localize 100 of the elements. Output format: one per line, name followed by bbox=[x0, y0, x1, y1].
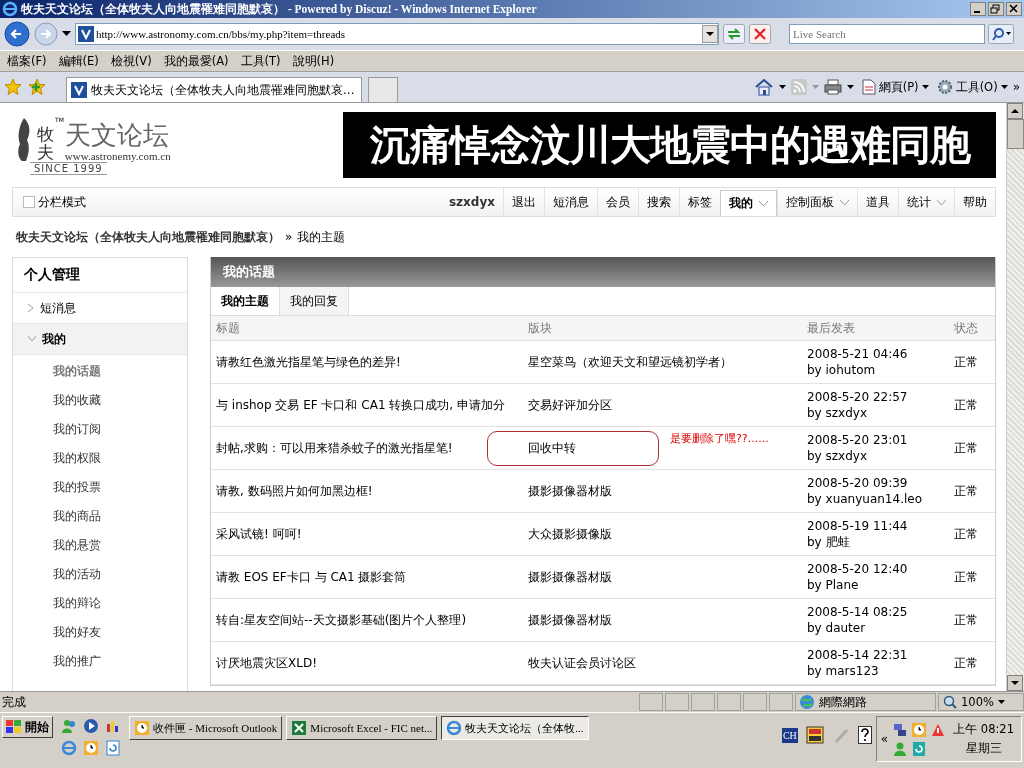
tools-menu-button[interactable]: 工具(O) bbox=[936, 79, 1008, 95]
refresh-page-icon[interactable] bbox=[105, 740, 121, 756]
dropdown-button[interactable] bbox=[702, 25, 718, 43]
topic-link[interactable]: 采风试镜! 呵呵! bbox=[216, 525, 528, 543]
topic-link[interactable]: 请教 EOS EF卡口 与 CA1 摄影套筒 bbox=[216, 568, 528, 586]
language-indicator[interactable]: CH bbox=[781, 727, 798, 743]
sidebar-item[interactable]: 我的 bbox=[13, 324, 187, 355]
sidebar-subitem[interactable]: 我的投票 bbox=[53, 479, 187, 508]
checkbox[interactable] bbox=[23, 196, 35, 208]
help-icon[interactable] bbox=[857, 726, 872, 744]
topic-link[interactable]: 与 inshop 交易 EF 卡口和 CA1 转换口成功, 申请加分 bbox=[216, 396, 528, 414]
menu-item[interactable]: 編輯(E) bbox=[58, 53, 99, 69]
forum-link[interactable]: 交易好评加分区 bbox=[528, 396, 612, 414]
forum-link[interactable]: 摄影摄像器材版 bbox=[528, 611, 612, 629]
search-field[interactable]: Live Search bbox=[789, 24, 985, 44]
post-author[interactable]: by szxdyx bbox=[807, 448, 954, 465]
forum-link[interactable]: 摄影摄像器材版 bbox=[528, 482, 612, 500]
post-author[interactable]: by szxdyx bbox=[807, 405, 954, 422]
sidebar-subitem[interactable]: 我的商品 bbox=[53, 508, 187, 537]
post-author[interactable]: by 肥蛙 bbox=[807, 534, 954, 551]
scroll-thumb[interactable] bbox=[1007, 119, 1024, 149]
browser-tab[interactable]: 牧夫天文论坛（全体牧夫人向地震罹难同胞默哀... bbox=[66, 77, 362, 102]
nav-link[interactable]: 短消息 bbox=[544, 188, 597, 216]
breadcrumb-link[interactable]: 牧夫天文论坛（全体牧夫人向地震罹难同胞默哀） bbox=[16, 228, 280, 246]
sidebar-subitem[interactable]: 我的权限 bbox=[53, 450, 187, 479]
sidebar-subitem[interactable]: 我的辩论 bbox=[53, 595, 187, 624]
page-menu-button[interactable]: 網頁(P) bbox=[861, 79, 929, 95]
topic-link[interactable]: 请教, 数码照片如何加黑边框! bbox=[216, 482, 528, 500]
topic-link[interactable]: 请教红色激光指星笔与绿色的差异! bbox=[216, 353, 528, 371]
add-star-icon[interactable] bbox=[28, 78, 46, 96]
nav-link[interactable]: 会员 bbox=[597, 188, 638, 216]
clock-icon[interactable] bbox=[911, 721, 928, 738]
more-tools-button[interactable]: » bbox=[1012, 80, 1020, 94]
scroll-up-button[interactable] bbox=[1007, 103, 1023, 119]
ie-logo-icon[interactable] bbox=[61, 740, 77, 756]
sync-icon[interactable] bbox=[911, 740, 928, 757]
nav-link[interactable]: 统计 bbox=[898, 188, 954, 216]
nav-link[interactable]: 控制面板 bbox=[777, 188, 857, 216]
nav-link[interactable]: 帮助 bbox=[954, 188, 995, 216]
stop-button[interactable] bbox=[749, 24, 771, 44]
layout-toggle[interactable]: 分栏模式 bbox=[13, 193, 86, 211]
dropdown-arrow-icon[interactable] bbox=[778, 85, 786, 89]
star-icon[interactable] bbox=[4, 78, 22, 96]
nav-link[interactable]: 退出 bbox=[503, 188, 544, 216]
post-author[interactable]: by dauter bbox=[807, 620, 954, 637]
post-author[interactable]: by mars123 bbox=[807, 663, 954, 680]
chart-icon[interactable] bbox=[105, 718, 121, 734]
minimize-button[interactable] bbox=[970, 2, 986, 16]
scroll-down-button[interactable] bbox=[1007, 675, 1023, 691]
tab[interactable]: 我的回复 bbox=[280, 287, 349, 315]
people-icon[interactable] bbox=[61, 718, 77, 734]
new-tab-button[interactable] bbox=[368, 77, 398, 102]
sidebar-subitem[interactable]: 我的好友 bbox=[53, 624, 187, 653]
forum-link[interactable]: 牧夫认证会员讨论区 bbox=[528, 654, 636, 672]
circled-forum-link[interactable]: 回收中转 bbox=[487, 430, 659, 466]
menu-item[interactable]: 我的最愛(A) bbox=[163, 53, 229, 69]
start-button[interactable]: 開始 bbox=[2, 716, 53, 738]
nav-link[interactable]: 道具 bbox=[857, 188, 898, 216]
close-button[interactable] bbox=[1006, 2, 1022, 16]
vertical-scrollbar[interactable] bbox=[1006, 103, 1024, 691]
post-author[interactable]: by Plane bbox=[807, 577, 954, 594]
post-author[interactable]: by xuanyuan14.leo bbox=[807, 491, 954, 508]
sidebar-subitem[interactable]: 我的话题 bbox=[53, 363, 187, 392]
taskbar-button[interactable]: 收件匣 - Microsoft Outlook bbox=[129, 716, 283, 740]
sidebar-subitem[interactable]: 我的订阅 bbox=[53, 421, 187, 450]
taskbar-button[interactable]: Microsoft Excel - FIC net... bbox=[286, 716, 438, 740]
zoom-control[interactable]: 100% bbox=[938, 693, 1024, 711]
menu-item[interactable]: 檢視(V) bbox=[110, 53, 152, 69]
nav-link[interactable]: 我的 bbox=[720, 190, 777, 216]
sidebar-subitem[interactable]: 我的活动 bbox=[53, 566, 187, 595]
sidebar-subitem[interactable]: 我的收藏 bbox=[53, 392, 187, 421]
search-button[interactable] bbox=[988, 24, 1014, 44]
home-icon[interactable] bbox=[753, 78, 774, 96]
dropdown-arrow-icon[interactable] bbox=[846, 85, 854, 89]
network-icon[interactable] bbox=[892, 721, 909, 738]
sidebar-subitem[interactable]: 我的悬赏 bbox=[53, 537, 187, 566]
forum-link[interactable]: 大众摄影摄像版 bbox=[528, 525, 612, 543]
sidebar-subitem[interactable]: 我的推广 bbox=[53, 653, 187, 682]
username-link[interactable]: szxdyx bbox=[440, 188, 503, 216]
keyboard-icon[interactable] bbox=[805, 726, 824, 744]
forum-link[interactable]: 星空菜鸟（欢迎天文和望远镜初学者） bbox=[528, 353, 732, 371]
topic-link[interactable]: 讨厌地震灾区XLD! bbox=[216, 654, 528, 672]
printer-icon[interactable] bbox=[823, 79, 842, 95]
clock-icon[interactable] bbox=[83, 740, 99, 756]
clock-time[interactable]: 上午 08:21 bbox=[953, 722, 1014, 737]
menu-item[interactable]: 檔案(F) bbox=[7, 53, 47, 69]
nav-link[interactable]: 搜索 bbox=[638, 188, 679, 216]
dropdown-arrow-icon[interactable] bbox=[62, 31, 71, 37]
forum-link[interactable]: 摄影摄像器材版 bbox=[528, 568, 612, 586]
topic-link[interactable]: 转自:星友空间站--天文摄影基础(图片个人整理) bbox=[216, 611, 528, 629]
show-hidden-icons-button[interactable]: « bbox=[880, 732, 889, 746]
menu-item[interactable]: 說明(H) bbox=[292, 53, 335, 69]
taskbar-button[interactable]: 牧夫天文论坛（全体牧... bbox=[441, 716, 589, 740]
back-button[interactable] bbox=[4, 21, 30, 47]
address-bar[interactable]: http://www.astronomy.com.cn/bbs/my.php?item=threads bbox=[75, 23, 719, 45]
post-author[interactable]: by iohutom bbox=[807, 362, 954, 379]
restore-button[interactable] bbox=[988, 2, 1004, 16]
media-player-icon[interactable] bbox=[83, 718, 99, 734]
refresh-button[interactable] bbox=[723, 24, 745, 44]
menu-item[interactable]: 工具(T) bbox=[240, 53, 281, 69]
